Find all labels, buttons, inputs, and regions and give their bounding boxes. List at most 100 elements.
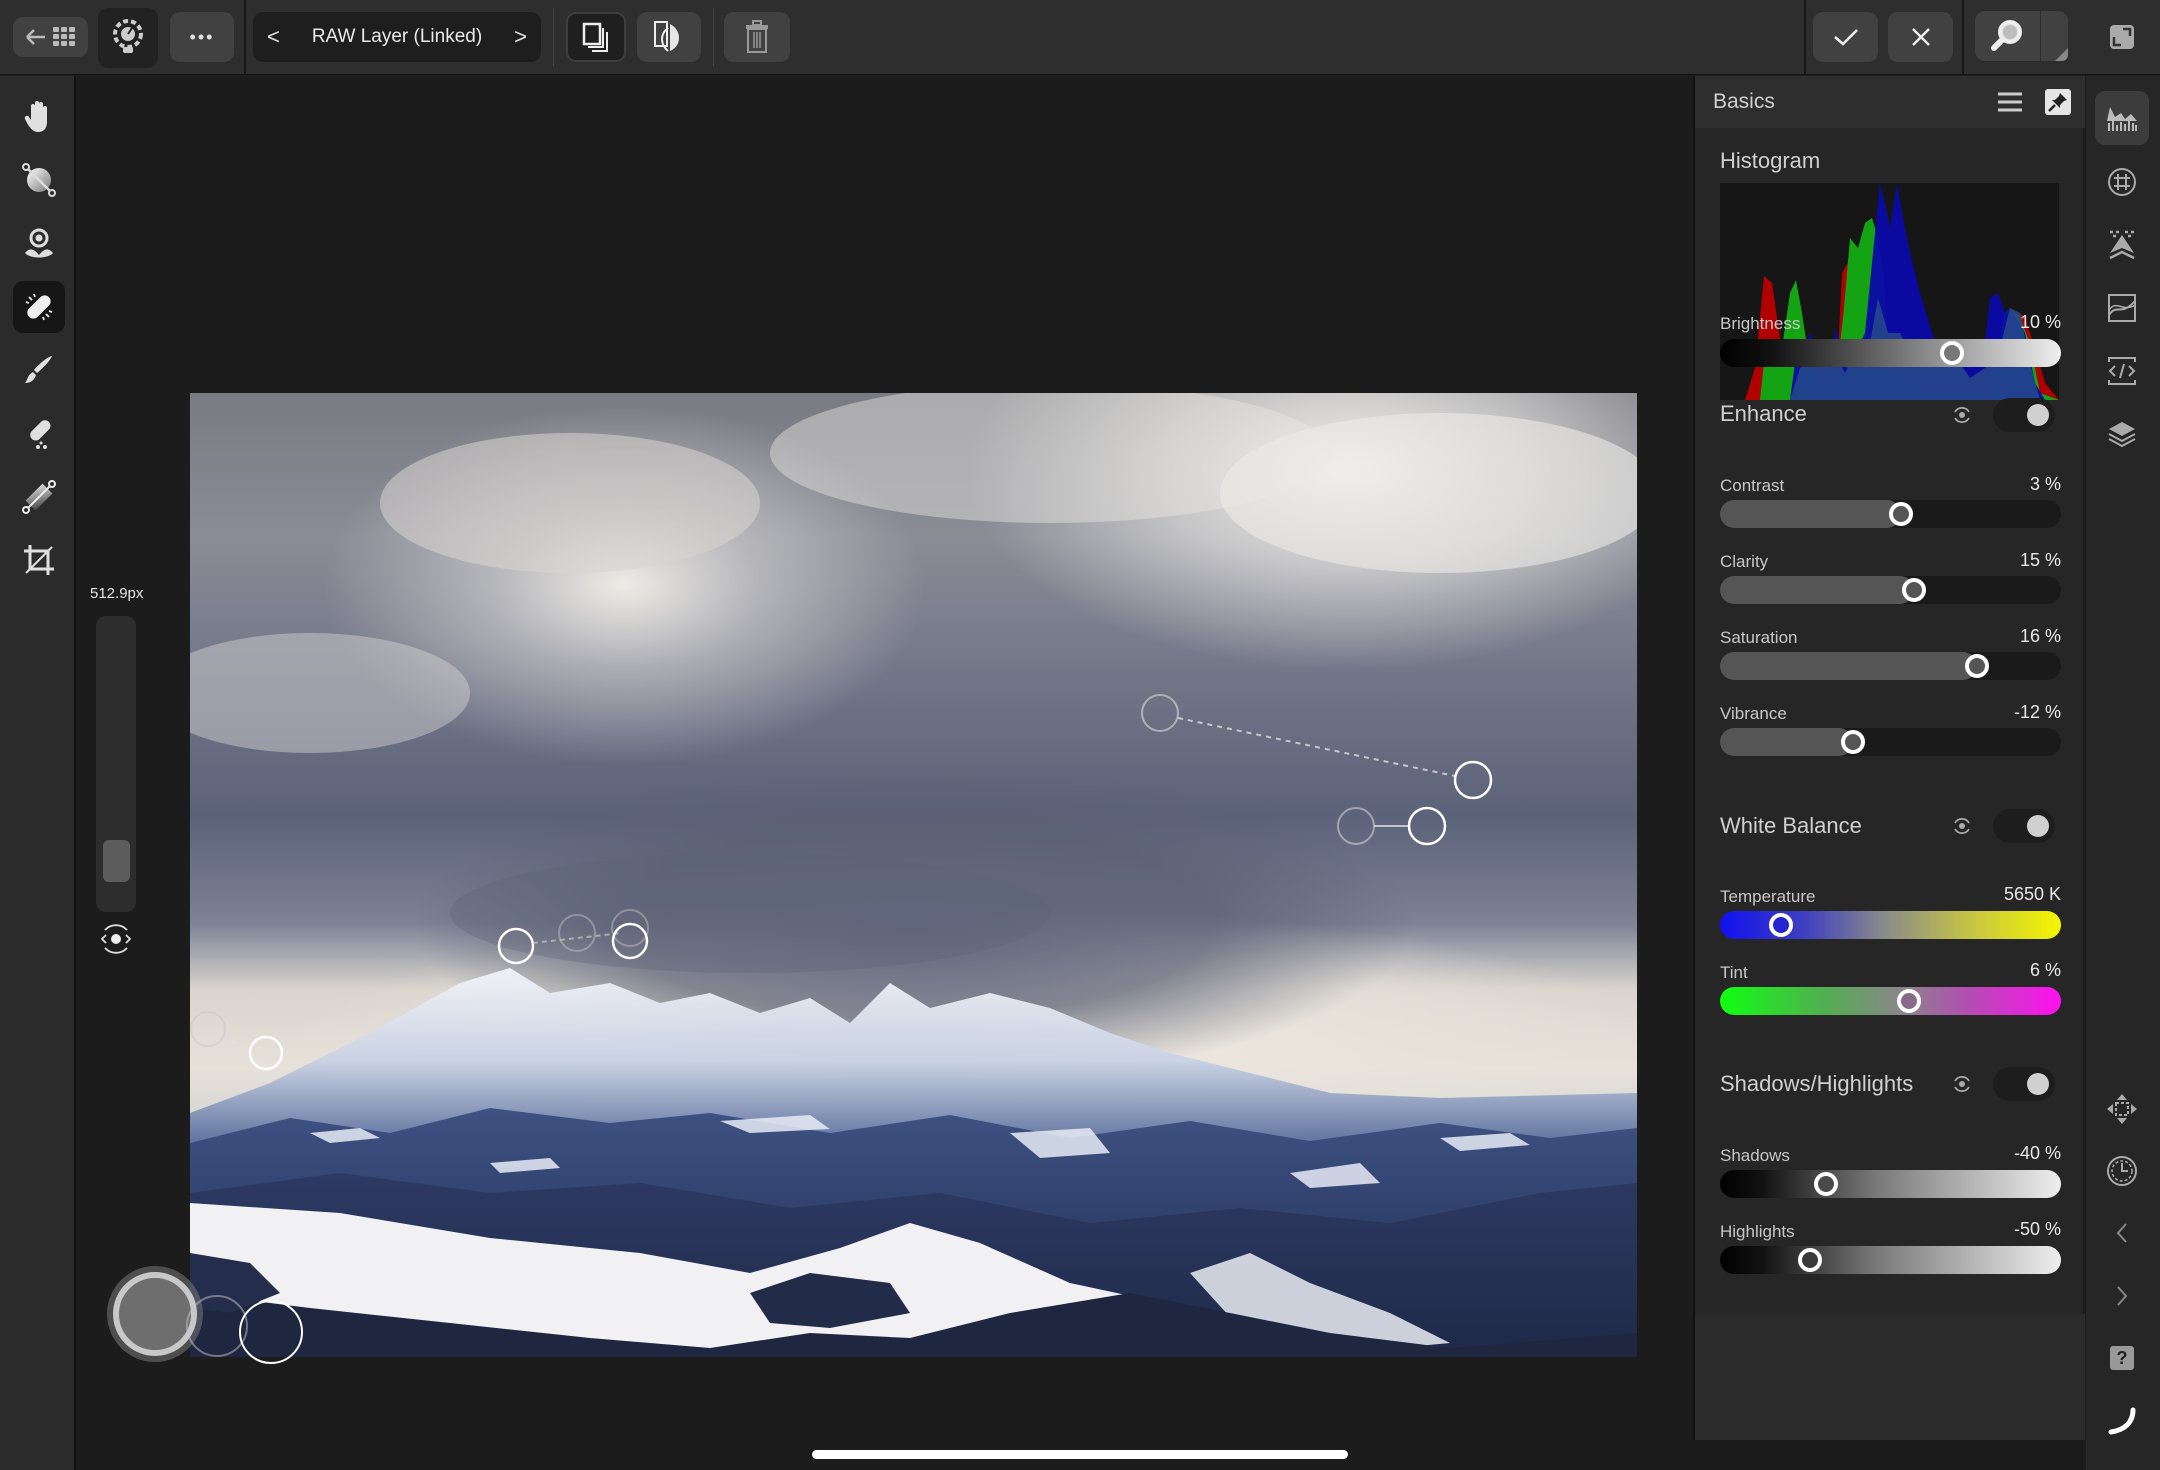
- saturation-slider-thumb[interactable]: [1965, 654, 1990, 678]
- highlights-label: Highlights: [1720, 1222, 1795, 1241]
- brush-size-readout: 512.9px: [90, 585, 144, 602]
- heal-pair-3[interactable]: [497, 909, 649, 965]
- pin-panel-button[interactable]: [2045, 89, 2071, 115]
- more-button[interactable]: •••: [170, 12, 234, 62]
- temperature-label: Temperature: [1720, 887, 1816, 906]
- paint-brush-icon: [25, 356, 52, 383]
- persona-button[interactable]: [98, 8, 158, 68]
- saturation-slider[interactable]: [1720, 652, 2061, 680]
- red-eye-tool[interactable]: [13, 154, 65, 206]
- contrast-slider[interactable]: [1720, 500, 2061, 528]
- crop-tool[interactable]: [13, 534, 65, 586]
- help-button[interactable]: ?: [2095, 1331, 2149, 1385]
- white-balance-reset-icon[interactable]: [1951, 815, 1973, 837]
- apply-check-icon: [1833, 29, 1858, 46]
- shadows-highlights-toggle[interactable]: [1993, 1067, 2055, 1101]
- layers-stack-button[interactable]: [566, 12, 626, 62]
- saturation-value: 16 %: [2019, 626, 2061, 646]
- mask-compare-icon: [654, 21, 679, 52]
- macro-code-button[interactable]: [2095, 344, 2149, 398]
- tint-value: 6 %: [2029, 960, 2061, 980]
- curves-icon: [2108, 294, 2136, 322]
- heal-pair-1[interactable]: [1141, 694, 1493, 800]
- heal-pair-2[interactable]: [1337, 806, 1447, 846]
- white-balance-title: White Balance: [1720, 813, 1862, 838]
- histogram-studio-icon: [2107, 107, 2137, 131]
- healing-bandage-tool[interactable]: [13, 281, 65, 333]
- previous-button[interactable]: [2095, 1206, 2149, 1260]
- enhance-reset-icon[interactable]: [1951, 404, 1973, 426]
- layers-button[interactable]: [2095, 407, 2149, 461]
- zoom-button[interactable]: [1975, 11, 2068, 61]
- apply-button[interactable]: [1813, 12, 1878, 62]
- tint-slider[interactable]: [1720, 987, 2061, 1015]
- clarity-value: 15 %: [2019, 550, 2061, 570]
- next-layer-button[interactable]: >: [514, 24, 527, 50]
- shadows-value: -40 %: [2013, 1143, 2061, 1163]
- vibrance-slider[interactable]: [1720, 728, 2061, 756]
- next-button[interactable]: [2095, 1269, 2149, 1323]
- brush-target-ring: [239, 1300, 303, 1364]
- contrast-value: 3 %: [2029, 474, 2061, 494]
- panel-menu-button[interactable]: [1997, 91, 2023, 113]
- layers-icon: [2108, 422, 2136, 448]
- view-hand-tool[interactable]: [13, 91, 65, 143]
- contrast-slider-thumb[interactable]: [1888, 502, 1913, 526]
- zoom-magnifier-icon: [1991, 20, 2022, 51]
- brush-preview-toggle[interactable]: [97, 920, 135, 958]
- brush-curve-button[interactable]: [2095, 1394, 2149, 1448]
- heal-pair-4[interactable]: [190, 1011, 284, 1071]
- highlights-slider-thumb[interactable]: [1798, 1248, 1823, 1272]
- top-toolbar: ••• < RAW Layer (Linked) >: [0, 0, 2160, 75]
- previous-layer-button[interactable]: <: [267, 24, 280, 50]
- code-icon: [2108, 357, 2136, 385]
- shadows-slider-thumb[interactable]: [1813, 1172, 1838, 1196]
- history-button[interactable]: [2095, 1144, 2149, 1198]
- delete-button[interactable]: [724, 12, 790, 62]
- brightness-slider[interactable]: [1720, 339, 2061, 367]
- studio-icons-column: ?: [2086, 76, 2160, 1470]
- develop-icon: [2109, 230, 2135, 260]
- paint-brush-tool[interactable]: [13, 344, 65, 396]
- vibrance-label: Vibrance: [1720, 704, 1787, 723]
- shadows-highlights-reset-icon[interactable]: [1951, 1073, 1973, 1095]
- back-to-gallery-icon: [25, 27, 75, 46]
- panel-header: Basics: [1695, 76, 2085, 128]
- mask-compare-button[interactable]: [637, 12, 701, 62]
- layer-selector[interactable]: < RAW Layer (Linked) >: [253, 12, 541, 62]
- channels-button[interactable]: [2095, 155, 2149, 209]
- brush-size-slider-thumb[interactable]: [103, 839, 130, 882]
- back-to-gallery-button[interactable]: [13, 17, 88, 57]
- clarity-slider[interactable]: [1720, 576, 2061, 604]
- shadows-slider[interactable]: [1720, 1170, 2061, 1198]
- tint-slider-thumb[interactable]: [1897, 989, 1922, 1013]
- develop-button[interactable]: [2095, 218, 2149, 272]
- gradient-tool[interactable]: [13, 471, 65, 523]
- panel-title: Basics: [1713, 90, 1775, 113]
- photo-canvas[interactable]: [190, 393, 1637, 1357]
- overlay-tool[interactable]: [13, 218, 65, 270]
- clarity-slider-thumb[interactable]: [1902, 578, 1927, 602]
- temperature-slider-thumb[interactable]: [1769, 913, 1794, 937]
- temperature-slider[interactable]: [1720, 911, 2061, 939]
- chevron-left-icon: [2116, 1223, 2127, 1243]
- chevron-right-icon: [2117, 1286, 2128, 1306]
- home-indicator[interactable]: [812, 1450, 1348, 1459]
- fullscreen-exit-button[interactable]: [2110, 25, 2134, 49]
- eye-preview-icon: [100, 924, 132, 954]
- layer-name: RAW Layer (Linked): [311, 26, 483, 47]
- white-balance-toggle[interactable]: [1993, 809, 2055, 843]
- highlights-slider[interactable]: [1720, 1246, 2061, 1274]
- curves-button[interactable]: [2095, 281, 2149, 335]
- tint-label: Tint: [1720, 963, 1748, 982]
- brightness-slider-thumb[interactable]: [1939, 341, 1964, 365]
- histogram-studio-button[interactable]: [2095, 91, 2149, 145]
- enhance-toggle[interactable]: [1993, 398, 2055, 432]
- inpainting-tool[interactable]: [13, 408, 65, 460]
- layers-stack-icon: [582, 22, 608, 52]
- history-clock-icon: [2107, 1156, 2137, 1186]
- vibrance-slider-thumb[interactable]: [1840, 730, 1865, 754]
- move-button[interactable]: [2095, 1082, 2149, 1136]
- trash-icon: [746, 20, 768, 53]
- cancel-button[interactable]: [1888, 12, 1953, 62]
